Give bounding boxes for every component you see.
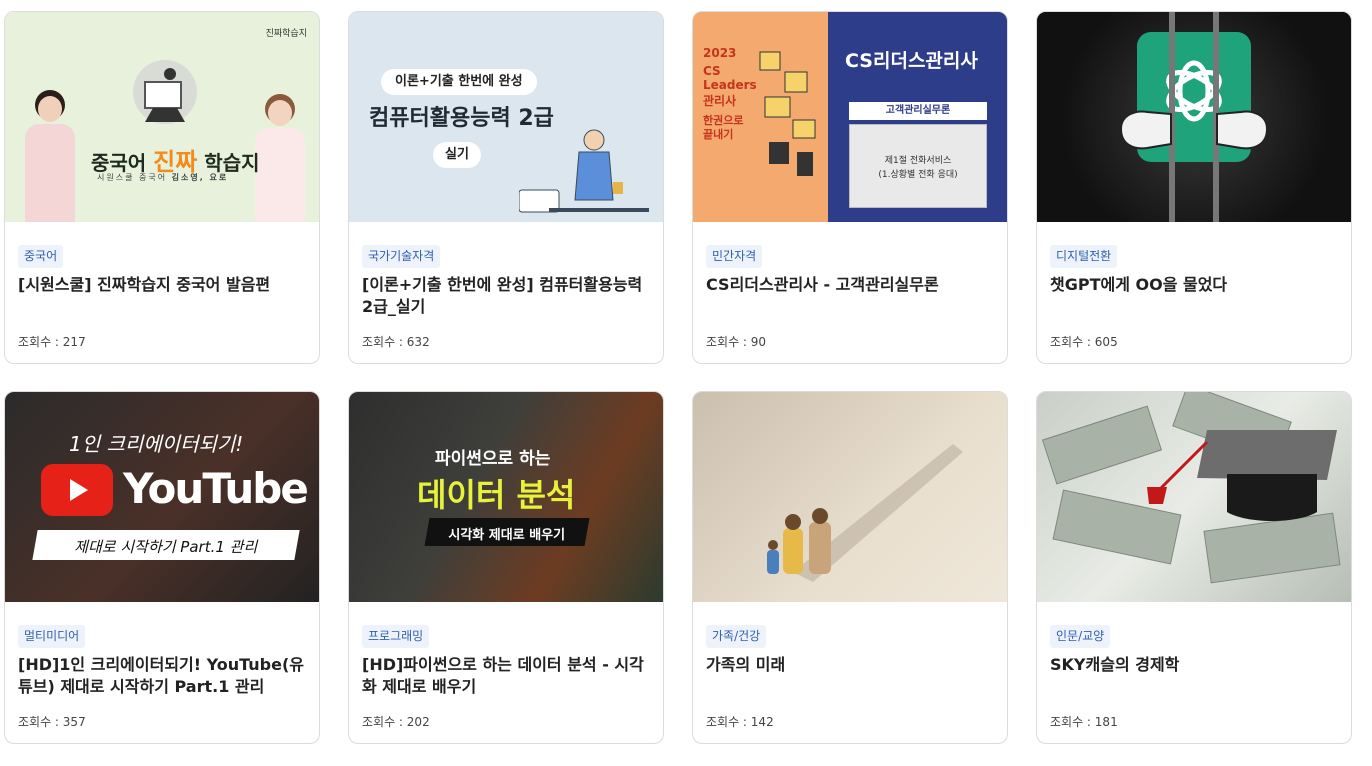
course-card[interactable]: 디지털전환 챗GPT에게 OO을 물었다 조회수 : 605 (1036, 11, 1352, 364)
course-thumbnail[interactable] (1037, 12, 1351, 222)
course-title[interactable]: [이론+기출 한번에 완성] 컴퓨터활용능력 2급_실기 (362, 274, 654, 318)
category-tag: 멀티미디어 (18, 625, 86, 648)
course-title[interactable]: CS리더스관리사 - 고객관리실무론 (706, 274, 998, 296)
course-title[interactable]: [시원스쿨] 진짜학습지 중국어 발음편 (18, 274, 310, 296)
cover-cs: CS (703, 64, 721, 78)
view-count: 조회수 : 202 (362, 715, 430, 729)
cover-box: 제1절 전화서비스 (1.상황별 전화 응대) (849, 124, 987, 208)
view-count: 조회수 : 217 (18, 335, 86, 349)
relaxing-person-illustration (519, 129, 649, 213)
thumbnail-logo: 진짜학습지 (265, 29, 307, 39)
cover-box-line: (1.상황별 전화 응대) (878, 170, 958, 180)
course-card[interactable]: 진짜학습지 중국어 진짜 학습지 시원스쿨 중국어 김소영, 요로 중국어 [시… (4, 11, 320, 364)
category-tag: 인문/교양 (1050, 625, 1111, 648)
cover-headline: CS리더스관리사 (845, 50, 978, 72)
thumbnail-banner: 제대로 시작하기 Part.1 관리 (32, 530, 300, 560)
view-count: 조회수 : 357 (18, 715, 86, 729)
view-count: 조회수 : 90 (706, 335, 767, 349)
category-tag: 민간자격 (706, 245, 763, 268)
course-title[interactable]: 챗GPT에게 OO을 물었다 (1050, 274, 1342, 296)
course-title[interactable]: [HD]1인 크리에이터되기! YouTube(유튜브) 제대로 시작하기 Pa… (18, 654, 310, 698)
course-thumbnail[interactable]: 이론+기출 한번에 완성 컴퓨터활용능력 2급 실기 (349, 12, 663, 222)
course-card[interactable]: 가족/건강 가족의 미래 조회수 : 142 (692, 391, 1008, 744)
course-card[interactable]: 1인 크리에이터되기! YouTube 제대로 시작하기 Part.1 관리 멀… (4, 391, 320, 744)
thumbnail-banner: 시각화 제대로 배우기 (424, 518, 590, 546)
hand-right-icon (1216, 110, 1269, 150)
family-figures-illustration (767, 444, 963, 582)
youtube-play-icon (41, 464, 113, 516)
thumbnail-top: 1인 크리에이터되기! (69, 432, 244, 456)
course-thumbnail[interactable]: 1인 크리에이터되기! YouTube 제대로 시작하기 Part.1 관리 (5, 392, 319, 602)
view-count: 조회수 : 142 (706, 715, 774, 729)
instructor-left (19, 90, 81, 222)
course-thumbnail[interactable] (1037, 392, 1351, 602)
course-card[interactable]: 이론+기출 한번에 완성 컴퓨터활용능력 2급 실기 국가기술자격 [이론+기출… (348, 11, 664, 364)
cover-leaders: Leaders (703, 78, 757, 92)
course-thumbnail[interactable]: 진짜학습지 중국어 진짜 학습지 시원스쿨 중국어 김소영, 요로 (5, 12, 319, 222)
view-count: 조회수 : 632 (362, 335, 430, 349)
thumbnail-pill: 이론+기출 한번에 완성 (381, 69, 537, 95)
category-tag: 디지털전환 (1050, 245, 1118, 268)
thumbnail-headline: 데이터 분석 (417, 476, 576, 514)
thumbnail-sub: 시원스쿨 중국어 김소영, 요로 (97, 173, 229, 182)
cover-end: 끝내기 (703, 128, 734, 141)
cover-box-title: 고객관리실무론 (849, 102, 987, 120)
category-tag: 국가기술자격 (362, 245, 441, 268)
view-count: 조회수 : 605 (1050, 335, 1118, 349)
category-tag: 중국어 (18, 245, 64, 268)
cover-year: 2023 (703, 46, 737, 60)
hand-left-icon (1119, 110, 1172, 150)
category-tag: 가족/건강 (706, 625, 767, 648)
course-card[interactable]: 2023 CS Leaders 관리사 한권으로 끝내기 CS리더스관리사 고객… (692, 11, 1008, 364)
cover-box-line: 제1절 전화서비스 (884, 156, 952, 166)
money-and-cap-illustration (1041, 392, 1341, 584)
course-title[interactable]: [HD]파이썬으로 하는 데이터 분석 - 시각화 제대로 배우기 (362, 654, 654, 698)
course-thumbnail[interactable] (693, 392, 1007, 602)
thumbnail-top: 파이썬으로 하는 (435, 449, 551, 469)
course-card[interactable]: 인문/교양 SKY캐슬의 경제학 조회수 : 181 (1036, 391, 1352, 744)
course-title[interactable]: SKY캐슬의 경제학 (1050, 654, 1342, 676)
course-card[interactable]: 파이썬으로 하는 데이터 분석 시각화 제대로 배우기 프로그래밍 [HD]파이… (348, 391, 664, 744)
cover-manager: 관리사 (703, 94, 737, 108)
city-illustration (759, 51, 816, 176)
study-illustration (133, 60, 197, 124)
view-count: 조회수 : 181 (1050, 715, 1118, 729)
course-title[interactable]: 가족의 미래 (706, 654, 998, 676)
category-tag: 프로그래밍 (362, 625, 430, 648)
course-thumbnail[interactable]: 파이썬으로 하는 데이터 분석 시각화 제대로 배우기 (349, 392, 663, 602)
youtube-wordmark: YouTube (123, 464, 309, 513)
course-thumbnail[interactable]: 2023 CS Leaders 관리사 한권으로 끝내기 CS리더스관리사 고객… (693, 12, 1007, 222)
thumbnail-pill: 실기 (433, 142, 481, 168)
